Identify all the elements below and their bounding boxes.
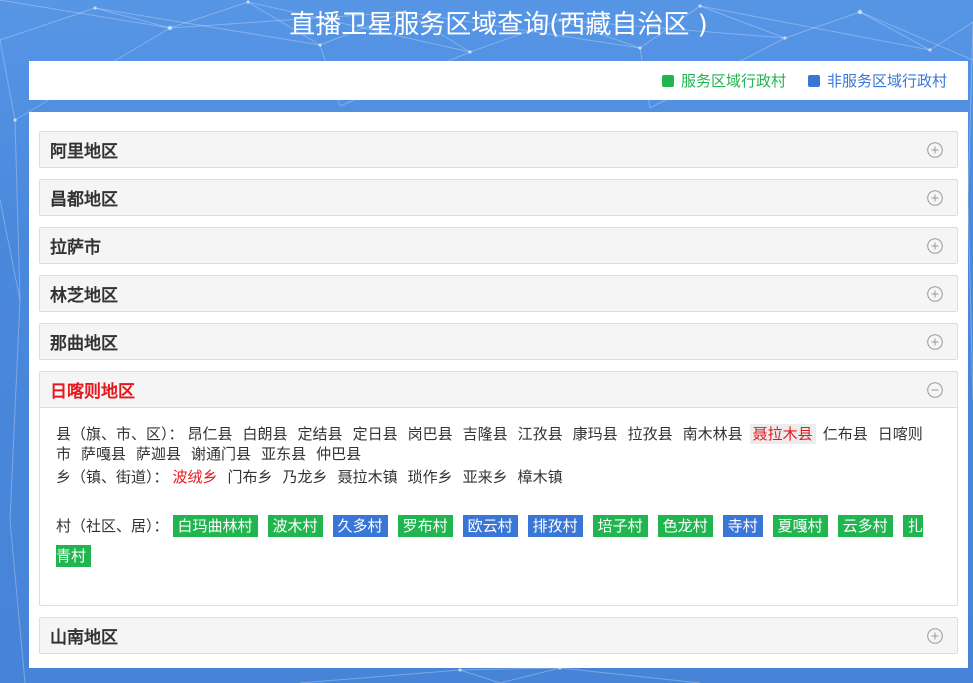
minus-circle-icon[interactable] <box>927 381 943 398</box>
region-heading-naqu[interactable]: 那曲地区 <box>40 324 957 359</box>
legend-label-non-service: 非服务区域行政村 <box>826 72 947 90</box>
page-title: 直播卫星服务区域查询(西藏自治区 ) <box>289 10 708 40</box>
village-tag: 寺村 <box>722 515 763 537</box>
region-heading-linzhi[interactable]: 林芝地区 <box>40 276 957 311</box>
region-heading-ali[interactable]: 阿里地区 <box>40 132 957 167</box>
legend-bar: 服务区域行政村 非服务区域行政村 <box>29 61 968 100</box>
township-link[interactable]: 樟木镇 <box>518 468 563 486</box>
village-tag: 欧云村 <box>462 515 518 537</box>
region-panel-rikaze: 日喀则地区 县（旗、市、区）： 昂仁县 白朗县 定结县 定日县 岗巴县 吉隆县 江孜县 康玛县拉… <box>39 371 958 606</box>
township-label: 乡（镇、街道）： <box>56 468 169 486</box>
region-title: 昌都地区 <box>50 190 118 210</box>
county-link[interactable]: 谢通门县 <box>191 445 251 463</box>
region-panel-changdu: 昌都地区 <box>39 179 958 216</box>
region-panel-linzhi: 林芝地区 <box>39 275 958 312</box>
region-panel-ali: 阿里地区 <box>39 131 958 168</box>
county-link[interactable]: 拉孜县 <box>628 425 673 443</box>
plus-circle-icon[interactable] <box>927 285 943 302</box>
village-tag: 排孜村 <box>527 515 583 537</box>
village-tag: 罗布村 <box>397 515 453 537</box>
county-label: 县（旗、市、区）： <box>56 425 184 443</box>
township-link[interactable]: 乃龙乡 <box>283 468 328 486</box>
legend-item-service: 服务区域行政村 <box>661 70 786 91</box>
county-link[interactable]: 萨嘎县 <box>81 445 126 463</box>
plus-circle-icon[interactable] <box>927 627 943 644</box>
village-tag: 久多村 <box>332 515 388 537</box>
plus-circle-icon[interactable] <box>927 333 943 350</box>
legend-item-non-service: 非服务区域行政村 <box>807 70 947 91</box>
township-link[interactable]: 聂拉木镇 <box>338 468 398 486</box>
county-link[interactable]: 定结县 <box>298 425 343 443</box>
region-heading-changdu[interactable]: 昌都地区 <box>40 180 957 215</box>
region-title: 山南地区 <box>50 628 118 648</box>
region-title: 阿里地区 <box>50 142 118 162</box>
village-tag: 夏嘎村 <box>772 515 828 537</box>
legend-label-service: 服务区域行政村 <box>680 72 786 90</box>
region-title-expanded: 日喀则地区 <box>50 382 135 402</box>
county-link[interactable]: 吉隆县 <box>463 425 508 443</box>
county-link[interactable]: 仁布县 <box>823 425 868 443</box>
non-service-swatch-icon <box>807 74 820 87</box>
county-link[interactable]: 江孜县 <box>518 425 563 443</box>
region-panel-lasa: 拉萨市 <box>39 227 958 264</box>
region-heading-lasa[interactable]: 拉萨市 <box>40 228 957 263</box>
region-title: 那曲地区 <box>50 334 118 354</box>
plus-circle-icon[interactable] <box>927 237 943 254</box>
county-link[interactable]: 昂仁县 <box>188 425 233 443</box>
county-link[interactable]: 南木林县 <box>683 425 743 443</box>
township-link[interactable]: 琐作乡 <box>408 468 453 486</box>
county-link[interactable]: 萨迦县 <box>136 445 181 463</box>
township-link[interactable]: 门布乡 <box>228 468 273 486</box>
plus-circle-icon[interactable] <box>927 141 943 158</box>
village-tag: 培子村 <box>592 515 648 537</box>
county-list: 县（旗、市、区）： 昂仁县 白朗县 定结县 定日县 岗巴县 吉隆县 江孜县 康玛县 拉孜县 南木林县… <box>56 424 936 464</box>
region-detail-body: 县（旗、市、区）： 昂仁县 白朗县 定结县 定日县 岗巴县 吉隆县 江孜县 康玛县 拉孜县 南木林县… <box>40 408 957 605</box>
village-tag: 云多村 <box>837 515 893 537</box>
region-accordion: 阿里地区 昌都地区 拉萨市 林芝地区 那曲地区 日喀则地区 县（旗、市、区）： … <box>29 112 968 668</box>
county-link[interactable]: 定日县 <box>353 425 398 443</box>
region-title: 拉萨市 <box>50 238 101 258</box>
township-link[interactable]: 亚来乡 <box>463 468 508 486</box>
county-link[interactable]: 仲巴县 <box>316 445 361 463</box>
township-list: 乡（镇、街道）： 波绒乡 门布乡 乃龙乡 聂拉木镇 琐作乡 亚来乡 樟木镇 <box>56 467 936 487</box>
county-link[interactable]: 白朗县 <box>243 425 288 443</box>
region-heading-rikaze[interactable]: 日喀则地区 <box>40 372 957 408</box>
region-panel-shannan: 山南地区 <box>39 617 958 654</box>
township-link-selected[interactable]: 波绒乡 <box>173 468 218 486</box>
region-heading-shannan[interactable]: 山南地区 <box>40 618 957 653</box>
county-link-selected[interactable]: 聂拉木县 <box>749 424 816 444</box>
region-panel-naqu: 那曲地区 <box>39 323 958 360</box>
region-title: 林芝地区 <box>50 286 118 306</box>
plus-circle-icon[interactable] <box>927 189 943 206</box>
county-link[interactable]: 岗巴县 <box>408 425 453 443</box>
county-link[interactable]: 亚东县 <box>261 445 306 463</box>
village-list: 村（社区、居）： 白玛曲林村 波木村 久多村 罗布村 欧云村 排孜村 培子村 色龙村 寺村 夏嘎村云… <box>56 511 936 571</box>
county-link[interactable]: 康玛县 <box>573 425 618 443</box>
village-tag: 波木村 <box>267 515 323 537</box>
village-tag: 色龙村 <box>657 515 713 537</box>
village-tag: 白玛曲林村 <box>172 515 258 537</box>
service-swatch-icon <box>661 74 674 87</box>
village-label: 村（社区、居）： <box>56 517 169 535</box>
